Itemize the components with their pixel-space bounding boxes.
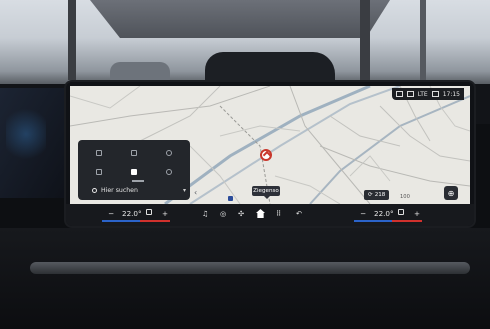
dashboard-trim (30, 262, 470, 274)
seat-icon (130, 168, 137, 175)
driver-temp[interactable]: 22.0° (122, 209, 142, 218)
temp-indicator-warm (140, 220, 170, 222)
chevron-left-icon[interactable]: ‹ (194, 188, 197, 197)
climate-control-bar: − 22.0° + ♫ ◎ ✣ ⠿ ↶ − 22.0° + (66, 204, 474, 226)
dashboard-lower (0, 228, 490, 329)
map-poi-marker[interactable] (228, 196, 233, 201)
media-icon (96, 149, 103, 156)
pillar (360, 0, 370, 85)
search-field[interactable]: Hier suchen (82, 185, 188, 196)
widget-phone[interactable] (117, 143, 152, 162)
search-placeholder: Hier suchen (101, 187, 138, 194)
network-label: LTE (417, 90, 428, 98)
widget-apps[interactable] (82, 162, 117, 181)
settings-icon (165, 168, 172, 175)
cluster-glow (6, 104, 46, 164)
compass-icon[interactable]: ⊕ (444, 186, 458, 200)
seat-heat-icon[interactable] (146, 209, 152, 215)
menu-icon[interactable]: ⠿ (276, 209, 281, 218)
clock: 17:15 (442, 90, 460, 98)
seat-heat-icon[interactable] (398, 209, 404, 215)
home-icon (256, 209, 265, 218)
temp-indicator-warm (392, 220, 422, 222)
widget-settings[interactable] (151, 162, 186, 181)
sound-icon (395, 91, 403, 97)
driver-temp-plus[interactable]: + (162, 209, 168, 218)
quick-widget-panel: Hier suchen ▾ (78, 140, 190, 200)
temp-indicator-cold (102, 220, 140, 222)
back-icon[interactable]: ↶ (296, 209, 302, 218)
chevron-down-icon[interactable]: ▾ (183, 187, 186, 194)
route-value: 218 (374, 192, 386, 198)
driver-temp-minus[interactable]: − (108, 209, 114, 218)
status-bar: LTE 17:15 (391, 88, 464, 100)
passenger-temp-plus[interactable]: + (414, 209, 420, 218)
temp-indicator-cold (354, 220, 392, 222)
infotainment-screen: LTE 17:15 Hier suchen ▾ ‹ Ziegenso ⟳ 218… (66, 82, 474, 226)
apps-icon (96, 168, 103, 175)
car-icon (165, 149, 172, 156)
route-icon: ⟳ (368, 192, 373, 198)
map-scale: 100 (400, 194, 410, 200)
pillar (420, 0, 426, 85)
route-info[interactable]: ⟳ 218 (364, 190, 390, 200)
fan-icon[interactable]: ✣ (238, 209, 244, 218)
widget-car[interactable] (151, 143, 186, 162)
passenger-temp-minus[interactable]: − (360, 209, 366, 218)
pillar (68, 0, 76, 80)
page-indicator (132, 180, 144, 182)
music-icon[interactable]: ♫ (202, 209, 208, 218)
home-button[interactable] (256, 209, 265, 218)
ceiling-roof (90, 0, 390, 38)
widget-media[interactable] (82, 143, 117, 162)
widget-seat[interactable] (117, 162, 152, 181)
phone-icon (406, 91, 414, 97)
vehicle-position-marker (260, 149, 272, 161)
passenger-temp[interactable]: 22.0° (374, 209, 394, 218)
location-label-text: Ziegenso (253, 188, 279, 194)
parked-car (110, 62, 170, 82)
phone-icon (130, 149, 137, 156)
volume-icon (431, 91, 439, 97)
search-icon (92, 188, 97, 193)
parked-car (205, 52, 335, 86)
navigation-map[interactable]: LTE 17:15 Hier suchen ▾ ‹ Ziegenso ⟳ 218… (70, 86, 470, 204)
nav-icon[interactable]: ◎ (220, 209, 226, 218)
location-label[interactable]: Ziegenso (252, 186, 280, 199)
